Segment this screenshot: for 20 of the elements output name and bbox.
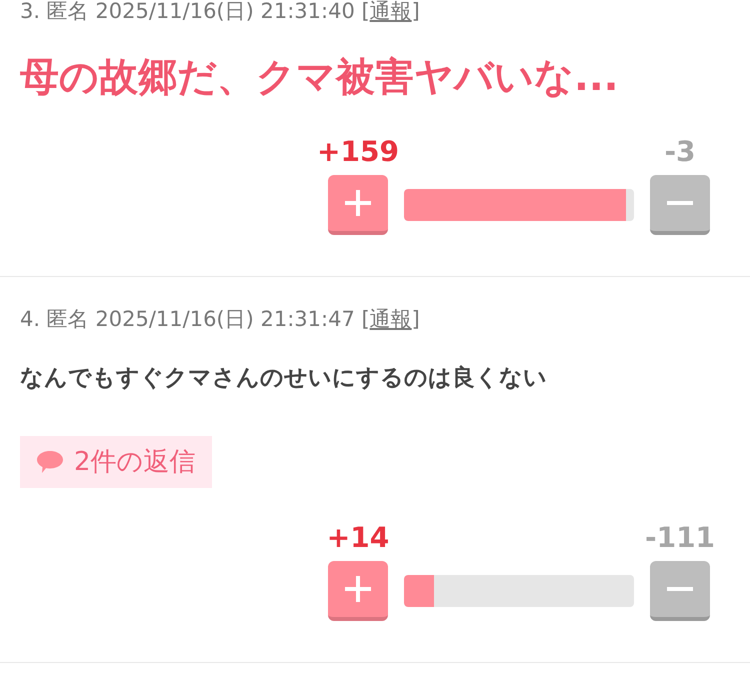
- comment-text: なんでもすぐクマさんのせいにするのは良くない: [19, 364, 548, 393]
- minus-icon: [667, 201, 693, 205]
- report-link[interactable]: 通報: [370, 0, 412, 23]
- speech-bubble-icon: [36, 450, 64, 474]
- report-link[interactable]: 通報: [370, 307, 412, 331]
- comment-headline: 母の故郷だ、クマ被害ヤバいな...: [19, 55, 620, 101]
- upvote-button[interactable]: [328, 175, 388, 235]
- upvote-count: +159: [317, 138, 399, 166]
- upvote-button[interactable]: [328, 561, 388, 621]
- upvote-count: +14: [326, 524, 390, 552]
- downvote-button[interactable]: [650, 175, 710, 235]
- downvote-count: -111: [644, 524, 716, 552]
- replies-button[interactable]: 2件の返信: [20, 436, 212, 488]
- plus-icon: [345, 190, 371, 216]
- comment-meta: 4. 匿名 2025/11/16(日) 21:31:47 [通報]: [19, 307, 421, 331]
- downvote-button[interactable]: [650, 561, 710, 621]
- downvote-count: -3: [664, 138, 696, 166]
- minus-icon: [667, 587, 693, 591]
- plus-icon: [345, 576, 371, 602]
- comment-meta: 3. 匿名 2025/11/16(日) 21:31:40 [通報]: [19, 0, 421, 23]
